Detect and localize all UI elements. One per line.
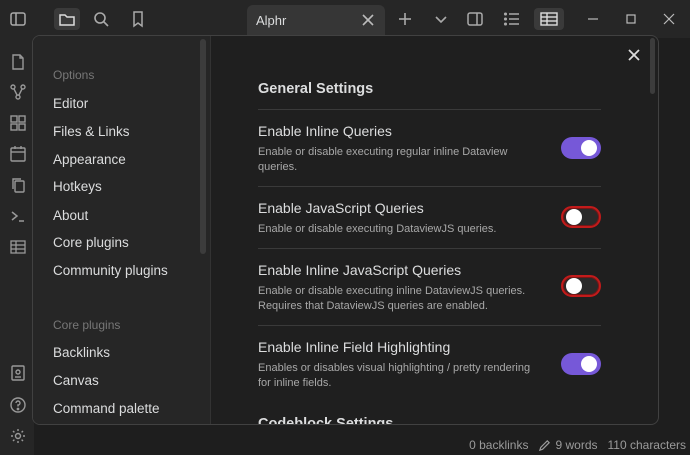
tab-alphr[interactable]: Alphr — [247, 5, 385, 35]
maximize-icon[interactable] — [620, 8, 642, 30]
settings-sidebar: Options Editor Files & Links Appearance … — [33, 36, 211, 424]
divider — [258, 248, 601, 249]
sidebar-item-core-plugins[interactable]: Core plugins — [53, 235, 129, 250]
calendar-icon[interactable] — [8, 144, 28, 164]
setting-desc-inline-javascript-queries: Enable or disable executing inline Datav… — [258, 285, 526, 312]
setting-desc-javascript-queries: Enable or disable executing DataviewJS q… — [258, 223, 497, 235]
sidebar-item-command-palette[interactable]: Command palette — [53, 401, 160, 416]
toggle-inline-field-highlighting[interactable] — [561, 353, 601, 375]
title-bar: Alphr — [0, 0, 690, 38]
sidebar-item-appearance[interactable]: Appearance — [53, 152, 126, 167]
sidebar-scrollbar[interactable] — [200, 39, 206, 254]
pencil-icon — [538, 439, 551, 452]
table-icon[interactable] — [8, 237, 28, 257]
table-view-icon[interactable] — [534, 8, 564, 30]
sidebar-item-canvas[interactable]: Canvas — [53, 373, 99, 388]
word-count-group: 9 words — [538, 438, 598, 452]
plus-icon[interactable] — [394, 8, 416, 30]
divider — [258, 186, 601, 187]
folder-icon[interactable] — [54, 8, 80, 30]
backlinks-count[interactable]: 0 backlinks — [469, 438, 528, 452]
sidebar-item-files-links[interactable]: Files & Links — [53, 124, 130, 139]
tab-title: Alphr — [256, 13, 287, 28]
settings-modal: Options Editor Files & Links Appearance … — [32, 35, 659, 425]
copy-icon[interactable] — [8, 175, 28, 195]
graph-icon[interactable] — [8, 82, 28, 102]
setting-desc-inline-queries: Enable or disable executing regular inli… — [258, 146, 508, 173]
sidebar-item-about[interactable]: About — [53, 208, 88, 223]
chevron-down-icon[interactable] — [430, 8, 452, 30]
left-ribbon — [0, 38, 34, 455]
modal-close-icon[interactable] — [623, 44, 645, 66]
file-icon[interactable] — [8, 52, 28, 72]
setting-name-inline-queries: Enable Inline Queries — [258, 123, 392, 139]
character-count: 110 characters — [607, 438, 687, 452]
options-heading: Options — [53, 68, 95, 82]
codeblock-settings-heading: Codeblock Settings — [258, 416, 394, 425]
toggle-javascript-queries[interactable] — [561, 206, 601, 228]
sidebar-item-backlinks[interactable]: Backlinks — [53, 345, 110, 360]
search-icon[interactable] — [90, 8, 112, 30]
window-close-icon[interactable] — [658, 8, 680, 30]
toggle-knob — [566, 278, 582, 294]
sidebar-item-community-plugins[interactable]: Community plugins — [53, 263, 168, 278]
status-bar: 0 backlinks 9 words 110 characters — [469, 435, 690, 455]
list-icon[interactable] — [501, 8, 523, 30]
split-pane-icon[interactable] — [464, 8, 486, 30]
setting-desc-inline-field-highlighting: Enables or disables visual highlighting … — [258, 362, 531, 389]
core-plugins-heading: Core plugins — [53, 318, 121, 332]
vault-icon[interactable] — [8, 363, 28, 383]
settings-icon[interactable] — [8, 426, 28, 446]
general-settings-heading: General Settings — [258, 81, 374, 97]
toggle-inline-queries[interactable] — [561, 137, 601, 159]
tab-close-icon[interactable] — [357, 9, 379, 31]
setting-name-inline-field-highlighting: Enable Inline Field Highlighting — [258, 339, 451, 355]
sidebar-toggle-icon[interactable] — [7, 8, 29, 30]
sidebar-item-editor[interactable]: Editor — [53, 96, 88, 111]
divider — [258, 109, 601, 110]
toggle-inline-javascript-queries[interactable] — [561, 275, 601, 297]
word-count: 9 words — [555, 438, 598, 452]
terminal-icon[interactable] — [8, 206, 28, 226]
setting-name-javascript-queries: Enable JavaScript Queries — [258, 200, 424, 216]
divider — [258, 325, 601, 326]
canvas-icon[interactable] — [8, 113, 28, 133]
setting-name-inline-javascript-queries: Enable Inline JavaScript Queries — [258, 262, 462, 278]
bookmark-icon[interactable] — [127, 8, 149, 30]
content-scrollbar[interactable] — [650, 38, 655, 94]
toggle-knob — [581, 356, 597, 372]
toggle-knob — [566, 209, 582, 225]
minimize-icon[interactable] — [582, 8, 604, 30]
help-icon[interactable] — [8, 395, 28, 415]
sidebar-item-hotkeys[interactable]: Hotkeys — [53, 179, 102, 194]
toggle-knob — [581, 140, 597, 156]
